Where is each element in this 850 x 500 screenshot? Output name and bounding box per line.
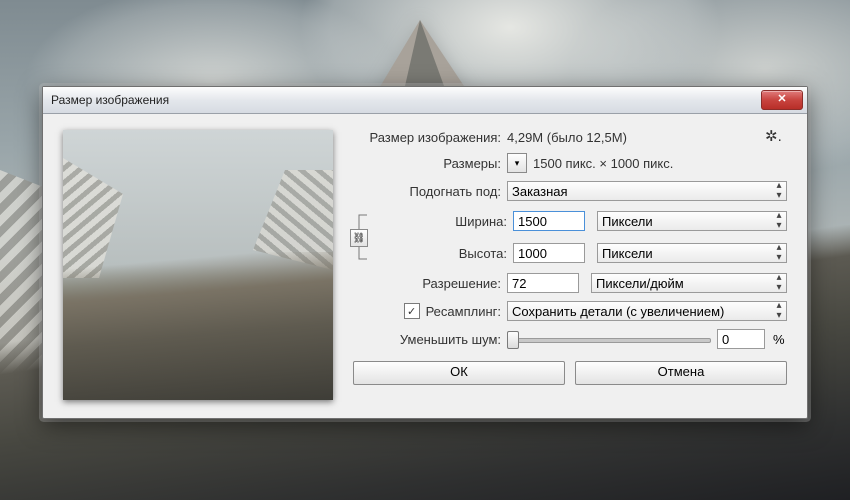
cancel-button[interactable]: Отмена: [575, 361, 787, 385]
height-unit-value: Пиксели: [602, 246, 653, 261]
image-preview[interactable]: [63, 130, 333, 400]
resolution-label: Разрешение:: [353, 276, 501, 291]
fit-to-label: Подогнать под:: [353, 184, 501, 199]
noise-suffix: %: [773, 332, 787, 347]
noise-slider[interactable]: [507, 330, 711, 348]
ok-button[interactable]: ОК: [353, 361, 565, 385]
height-input[interactable]: [513, 243, 585, 263]
dropdown-arrows-icon: ▴▾: [774, 301, 784, 321]
dimensions-label: Размеры:: [353, 156, 501, 171]
constrain-link-bracket: ⛓: [353, 209, 371, 265]
resample-select[interactable]: Сохранить детали (с увеличением) ▴▾: [507, 301, 787, 321]
dropdown-arrows-icon: ▴▾: [774, 181, 784, 201]
link-icon[interactable]: ⛓: [350, 229, 368, 247]
dropdown-arrows-icon: ▴▾: [774, 273, 784, 293]
image-size-dialog: Размер изображения ✕ ✲. Размер изображен…: [42, 86, 808, 419]
gear-icon[interactable]: ✲.: [765, 127, 781, 143]
noise-input[interactable]: [717, 329, 765, 349]
resolution-unit-value: Пиксели/дюйм: [596, 276, 684, 291]
resample-value: Сохранить детали (с увеличением): [512, 304, 724, 319]
dropdown-arrows-icon: ▴▾: [774, 211, 784, 231]
dialog-titlebar[interactable]: Размер изображения ✕: [43, 87, 807, 114]
height-unit-select[interactable]: Пиксели ▴▾: [597, 243, 787, 263]
slider-thumb-icon[interactable]: [507, 331, 519, 349]
dialog-title: Размер изображения: [51, 93, 761, 107]
dropdown-arrows-icon: ▴▾: [774, 243, 784, 263]
fit-to-value: Заказная: [512, 184, 568, 199]
form-area: Размер изображения: 4,29M (было 12,5M) Р…: [353, 130, 787, 400]
resolution-input[interactable]: [507, 273, 579, 293]
resample-checkbox[interactable]: ✓: [404, 303, 420, 319]
dimensions-value: 1500 пикс. × 1000 пикс.: [533, 156, 673, 171]
fit-to-select[interactable]: Заказная ▴▾: [507, 181, 787, 201]
resolution-unit-select[interactable]: Пиксели/дюйм ▴▾: [591, 273, 787, 293]
resample-label: Ресамплинг:: [426, 304, 501, 319]
width-label: Ширина:: [381, 214, 507, 229]
width-unit-value: Пиксели: [602, 214, 653, 229]
image-size-value: 4,29M (было 12,5M): [507, 130, 787, 145]
width-unit-select[interactable]: Пиксели ▴▾: [597, 211, 787, 231]
dimensions-unit-toggle[interactable]: ▾: [507, 153, 527, 173]
width-input[interactable]: [513, 211, 585, 231]
noise-label: Уменьшить шум:: [353, 332, 501, 347]
close-button[interactable]: ✕: [761, 90, 803, 110]
height-label: Высота:: [381, 246, 507, 261]
image-size-label: Размер изображения:: [353, 130, 501, 145]
